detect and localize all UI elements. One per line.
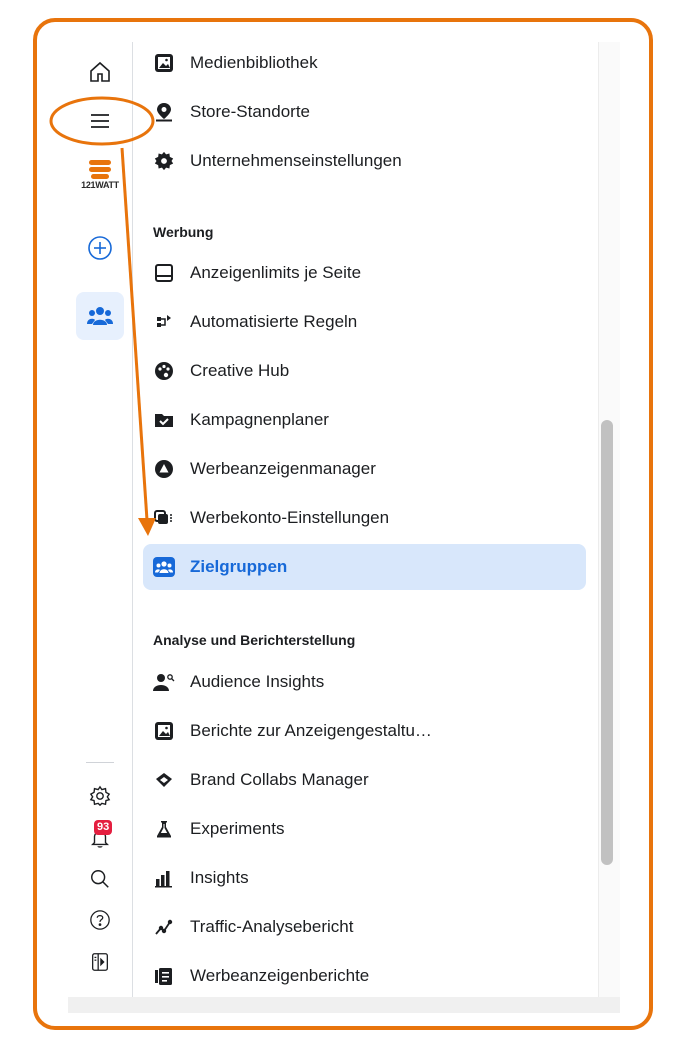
menu-item-label: Unternehmenseinstellungen: [190, 151, 402, 170]
menu-item-label: Insights: [190, 868, 249, 887]
menu-item-audience-insights[interactable]: Audience Insights: [143, 659, 586, 705]
gear-icon: [153, 150, 175, 172]
menu-item-werbekonto-einstellungen[interactable]: Werbekonto-Einstellungen: [143, 495, 586, 541]
menu-item-traffic-analysebericht[interactable]: Traffic-Analysebericht: [143, 904, 586, 950]
home-icon[interactable]: [76, 48, 124, 96]
menu-item-experiments[interactable]: Experiments: [143, 806, 586, 852]
audience-insights-icon: [153, 671, 175, 693]
media-library-icon: [153, 52, 175, 74]
navigation-menu: Medienbibliothek Store-Standorte Unterne…: [133, 38, 598, 998]
collapse-panel-icon[interactable]: [76, 938, 124, 986]
reports-icon: [153, 965, 175, 987]
settings-icon[interactable]: [76, 772, 124, 820]
menu-item-label: Experiments: [190, 819, 285, 838]
menu-item-kampagnenplaner[interactable]: Kampagnenplaner: [143, 397, 586, 443]
menu-item-anzeigenlimits[interactable]: Anzeigenlimits je Seite: [143, 250, 586, 296]
menu-item-automatisierte-regeln[interactable]: Automatisierte Regeln: [143, 299, 586, 345]
ad-limits-icon: [153, 262, 175, 284]
menu-item-label: Zielgruppen: [190, 557, 288, 576]
rules-icon: [153, 311, 175, 333]
audiences-icon[interactable]: [76, 292, 124, 340]
menu-item-berichte-anzeigengestaltung[interactable]: Berichte zur Anzeigengestaltu…: [143, 708, 586, 754]
help-icon[interactable]: [76, 896, 124, 944]
menu-item-label: Automatisierte Regeln: [190, 312, 358, 331]
handshake-icon: [153, 769, 175, 791]
menu-item-store-standorte[interactable]: Store-Standorte: [143, 89, 586, 135]
section-heading-analyse: Analyse und Berichterstellung: [153, 632, 356, 648]
menu-item-medienbibliothek[interactable]: Medienbibliothek: [143, 40, 586, 86]
menu-item-brand-collabs-manager[interactable]: Brand Collabs Manager: [143, 757, 586, 803]
menu-item-label: Brand Collabs Manager: [190, 770, 369, 789]
menu-item-werbeanzeigenberichte[interactable]: Werbeanzeigenberichte: [143, 953, 586, 998]
trend-line-icon: [153, 916, 175, 938]
menu-item-label: Werbeanzeigenberichte: [190, 966, 370, 985]
menu-item-unternehmenseinstellungen[interactable]: Unternehmenseinstellungen: [143, 138, 586, 184]
menu-item-insights[interactable]: Insights: [143, 855, 586, 901]
rail-separator: [86, 762, 114, 763]
menu-item-label: Werbeanzeigenmanager: [190, 459, 376, 478]
menu-item-label: Werbekonto-Einstellungen: [190, 508, 390, 527]
menu-item-label: Creative Hub: [190, 361, 290, 380]
menu-icon[interactable]: [76, 97, 124, 145]
scrollbar-thumb[interactable]: [601, 420, 613, 865]
menu-item-zielgruppen[interactable]: Zielgruppen: [143, 544, 586, 590]
menu-item-creative-hub[interactable]: Creative Hub: [143, 348, 586, 394]
image-report-icon: [153, 720, 175, 742]
menu-item-label: Medienbibliothek: [190, 53, 318, 72]
logo-text: 121WATT: [81, 180, 119, 190]
menu-item-label: Kampagnenplaner: [190, 410, 329, 429]
folder-check-icon: [153, 409, 175, 431]
menu-item-label: Anzeigenlimits je Seite: [190, 263, 362, 282]
menu-item-label: Berichte zur Anzeigengestaltu…: [190, 721, 432, 740]
menu-item-label: Audience Insights: [190, 672, 325, 691]
add-icon[interactable]: [76, 224, 124, 272]
menu-item-label: Traffic-Analysebericht: [190, 917, 354, 936]
section-heading-werbung: Werbung: [153, 224, 214, 240]
menu-item-label: Store-Standorte: [190, 102, 311, 121]
audiences-icon: [153, 556, 175, 578]
flask-icon: [153, 818, 175, 840]
menu-item-werbeanzeigenmanager[interactable]: Werbeanzeigenmanager: [143, 446, 586, 492]
location-pin-icon: [153, 101, 175, 123]
ad-account-settings-icon: [153, 507, 175, 529]
ads-manager-icon: [153, 458, 175, 480]
brand-logo[interactable]: 121WATT: [80, 156, 120, 196]
horizontal-scroll-area: [68, 997, 620, 1013]
bar-chart-icon: [153, 867, 175, 889]
notification-badge: 93: [94, 820, 113, 835]
palette-icon: [153, 360, 175, 382]
